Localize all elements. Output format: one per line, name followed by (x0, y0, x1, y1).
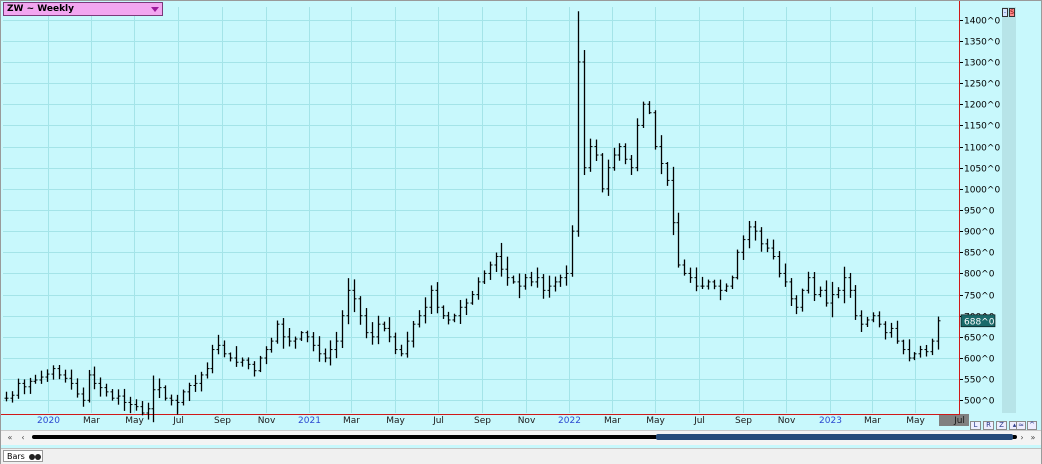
bars-tab[interactable]: Bars (3, 450, 43, 462)
y-tick-label: 1000^0 (964, 186, 1000, 196)
y-tick-label: 1200^0 (964, 101, 1000, 111)
y-tick-label: 800^0 (964, 270, 995, 280)
horizontal-scrollbar[interactable]: « ‹ › » (1, 430, 1041, 445)
y-tick-label: 1050^0 (964, 165, 1000, 175)
y-tick-label: 750^0 (964, 292, 995, 302)
x-tick-label: 2020 (37, 416, 60, 426)
price-chart[interactable]: 500^0550^0600^0650^0700^0750^0800^0850^0… (1, 1, 1041, 431)
x-tick-label: 2022 (558, 416, 581, 426)
x-tick-label: Jul (953, 416, 965, 426)
x-tick-label: Jul (172, 416, 184, 426)
toolbar-button-zoom[interactable]: Z (996, 421, 1007, 430)
y-tick-label: 850^0 (964, 249, 995, 259)
scroll-thumb[interactable] (656, 434, 1013, 440)
y-tick-label: 1400^0 (964, 17, 1000, 27)
bottom-tab-bar: Bars (1, 448, 1041, 464)
x-tick-label: Mar (864, 416, 881, 426)
settings-button[interactable]: S (1009, 8, 1015, 17)
y-tick-label: 650^0 (964, 334, 995, 344)
y-tick-label: 500^0 (964, 397, 995, 407)
x-tick-label: Nov (778, 416, 796, 426)
y-tick-label: 1350^0 (964, 38, 1000, 48)
y-tick-label: 550^0 (964, 376, 995, 386)
y-tick-label: 1250^0 (964, 80, 1000, 90)
toolbar-button-right[interactable]: R (983, 421, 994, 430)
right-side-panel (1002, 7, 1016, 413)
scroll-far-right-button[interactable]: » (1028, 432, 1038, 443)
x-tick-label: May (125, 416, 144, 426)
x-tick-label: Sep (735, 416, 752, 426)
symbol-label: ZW ~ Weekly (7, 4, 75, 14)
toolbar-button-wave[interactable]: ≈ (1016, 421, 1026, 430)
y-tick-label: 1100^0 (964, 144, 1000, 154)
x-tick-label: 2023 (819, 416, 842, 426)
y-tick-label: 1150^0 (964, 122, 1000, 132)
y-tick-label: 600^0 (964, 355, 995, 365)
x-tick-label: Nov (518, 416, 536, 426)
tab-dot-icon (35, 454, 41, 460)
y-tick-label: 900^0 (964, 228, 995, 238)
x-tick-label: Nov (258, 416, 276, 426)
scroll-right-button[interactable]: › (1017, 432, 1027, 443)
scroll-far-left-button[interactable]: « (5, 432, 15, 443)
chevron-down-icon[interactable] (151, 7, 159, 12)
x-tick-label: Mar (343, 416, 360, 426)
last-price-label: 688^0 (964, 317, 995, 327)
symbol-selector[interactable]: ZW ~ Weekly (3, 2, 163, 16)
chart-window: 500^0550^0600^0650^0700^0750^0800^0850^0… (0, 0, 1042, 464)
x-tick-label: May (646, 416, 665, 426)
x-tick-label: May (906, 416, 925, 426)
y-tick-label: 950^0 (964, 207, 995, 217)
scroll-left-button[interactable]: ‹ (18, 432, 28, 443)
x-tick-label: Mar (83, 416, 100, 426)
toolbar-button-left[interactable]: L (970, 421, 981, 430)
y-tick-label: 1300^0 (964, 59, 1000, 69)
x-tick-label: May (386, 416, 405, 426)
bars-tab-label: Bars (7, 452, 25, 461)
x-tick-label: Mar (604, 416, 621, 426)
x-tick-label: Sep (474, 416, 491, 426)
toolbar-button-peak[interactable]: ^ (1027, 421, 1037, 430)
x-tick-label: Jul (693, 416, 705, 426)
minimize-button[interactable]: - (1002, 8, 1008, 17)
x-tick-label: 2021 (298, 416, 321, 426)
plot-background (1, 1, 1041, 431)
x-tick-label: Jul (432, 416, 444, 426)
x-tick-label: Sep (214, 416, 231, 426)
